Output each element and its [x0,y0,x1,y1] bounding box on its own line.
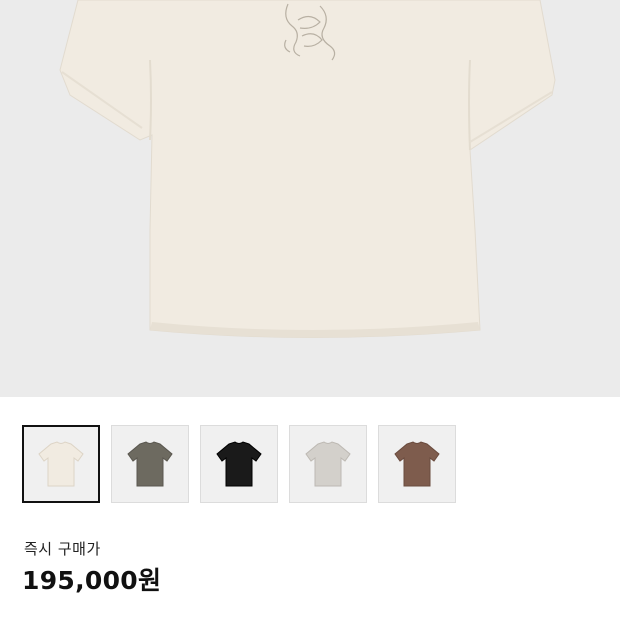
thumbnail-olive-gray[interactable] [111,425,189,503]
price-value: 195,000원 [22,566,162,595]
tshirt-icon [38,441,84,487]
thumbnail-list [22,425,456,503]
price-label: 즉시 구매가 [24,540,101,558]
thumbnail-cream[interactable] [22,425,100,503]
thumbnail-brown[interactable] [378,425,456,503]
product-main-image[interactable] [0,0,620,397]
tshirt-icon [305,441,351,487]
tshirt-icon [216,441,262,487]
tshirt-icon [59,0,556,338]
tshirt-icon [394,441,440,487]
thumbnail-black[interactable] [200,425,278,503]
tshirt-icon [127,441,173,487]
thumbnail-light-gray[interactable] [289,425,367,503]
